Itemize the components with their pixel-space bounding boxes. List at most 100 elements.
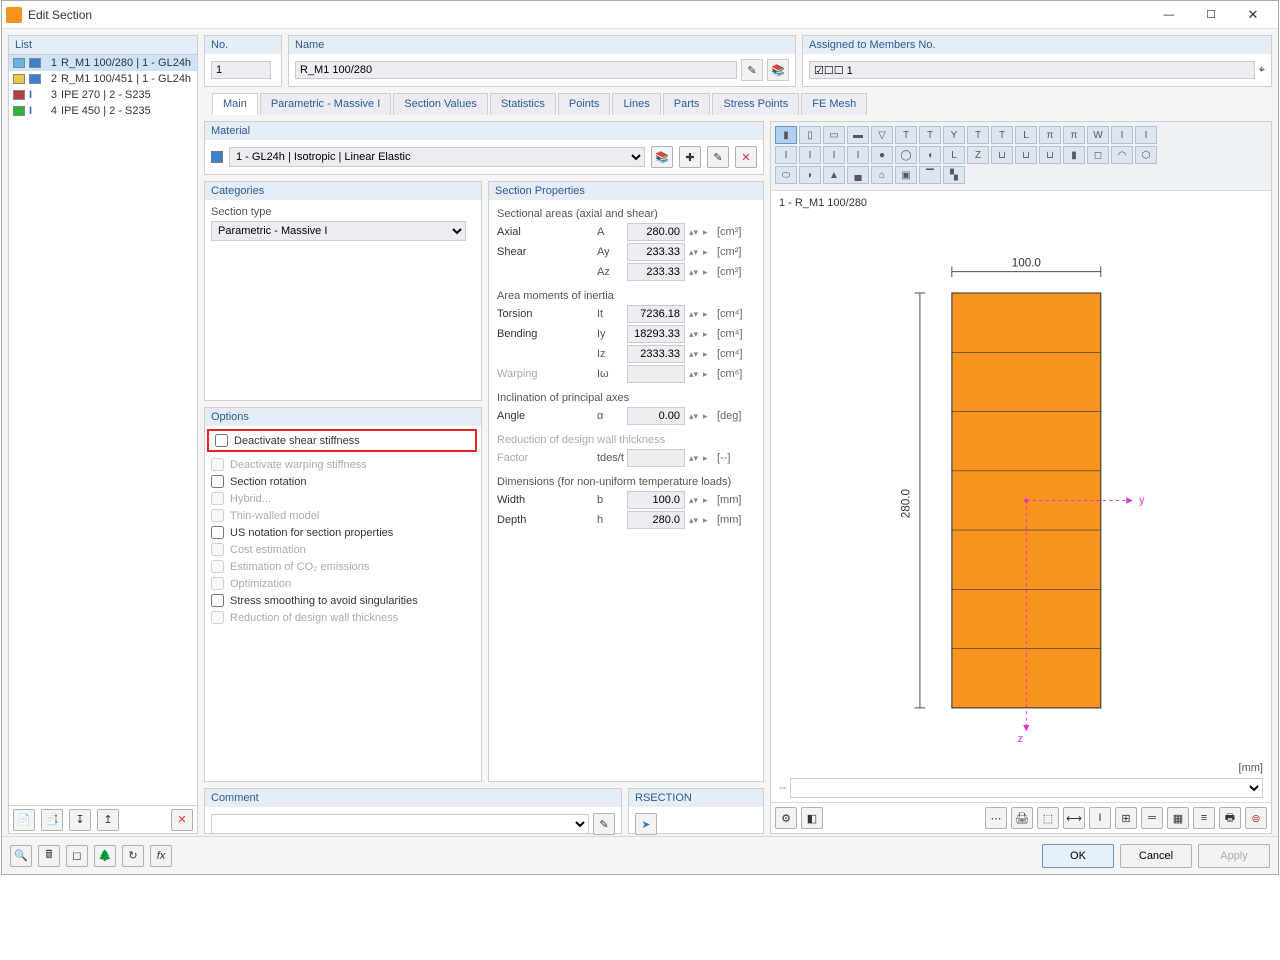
- shape-ex1[interactable]: ◗: [799, 166, 821, 184]
- name-input[interactable]: [295, 61, 737, 79]
- shape-ex3[interactable]: ▄: [847, 166, 869, 184]
- tab-parts[interactable]: Parts: [663, 93, 711, 115]
- tab-statistics[interactable]: Statistics: [490, 93, 556, 115]
- preview-tool-f[interactable]: ⊞: [1115, 807, 1137, 829]
- option-stress-smoothing-to-avoid-singularities[interactable]: Stress smoothing to avoid singularities: [211, 592, 475, 609]
- list-item[interactable]: 1R_M1 100/280 | 1 - GL24h: [9, 55, 197, 71]
- units-button[interactable]: ◻: [66, 845, 88, 867]
- assigned-input[interactable]: [809, 61, 1255, 79]
- shape-rect4[interactable]: ▬: [847, 126, 869, 144]
- shape-rect2[interactable]: ▯: [799, 126, 821, 144]
- shape-col[interactable]: ▮: [1063, 146, 1085, 164]
- minimize-button[interactable]: [1148, 3, 1190, 27]
- section-type-select[interactable]: Parametric - Massive I: [211, 221, 466, 241]
- calc-button[interactable]: 🖩: [38, 845, 60, 867]
- maximize-button[interactable]: [1190, 3, 1232, 27]
- option-section-rotation[interactable]: Section rotation: [211, 473, 475, 490]
- preview-tool-h[interactable]: ▦: [1167, 807, 1189, 829]
- comment-edit-button[interactable]: ✎: [593, 813, 615, 835]
- ok-button[interactable]: OK: [1042, 844, 1114, 868]
- shape-u1[interactable]: ⊔: [991, 146, 1013, 164]
- shape-tee3[interactable]: Y: [943, 126, 965, 144]
- option-deactivate-shear-stiffness[interactable]: Deactivate shear stiffness: [211, 432, 475, 456]
- no-input[interactable]: [211, 61, 271, 79]
- shape-round[interactable]: ⬭: [775, 166, 797, 184]
- preview-tool-e[interactable]: I: [1089, 807, 1111, 829]
- shape-rect[interactable]: ▮: [775, 126, 797, 144]
- shape-i2[interactable]: I: [1135, 126, 1157, 144]
- shape-u2[interactable]: ⊔: [1015, 146, 1037, 164]
- shape-ex5[interactable]: ▣: [895, 166, 917, 184]
- shape-Z[interactable]: Z: [967, 146, 989, 164]
- shape-w[interactable]: W: [1087, 126, 1109, 144]
- tab-section-values[interactable]: Section Values: [393, 93, 488, 115]
- list-item[interactable]: 2R_M1 100/451 | 1 - GL24h: [9, 71, 197, 87]
- help-button[interactable]: 🔍: [10, 845, 32, 867]
- shape-i1[interactable]: I: [1111, 126, 1133, 144]
- list-item[interactable]: I4IPE 450 | 2 - S235: [9, 103, 197, 119]
- delete-item-button[interactable]: ✕: [171, 809, 193, 831]
- script-button[interactable]: fx: [150, 845, 172, 867]
- material-delete-button[interactable]: ✕: [735, 146, 757, 168]
- list-item[interactable]: I3IPE 270 | 2 - S235: [9, 87, 197, 103]
- shape-circle[interactable]: ●: [871, 146, 893, 164]
- refresh-button[interactable]: ↻: [122, 845, 144, 867]
- shape-box[interactable]: ◻: [1087, 146, 1109, 164]
- copy-item-button[interactable]: 📑: [41, 809, 63, 831]
- sort-desc-button[interactable]: ↥: [97, 809, 119, 831]
- material-library-button[interactable]: 📚: [651, 146, 673, 168]
- option-us-notation-for-section-properties[interactable]: US notation for section properties: [211, 524, 475, 541]
- shape-pi1[interactable]: π: [1039, 126, 1061, 144]
- shape-rect3[interactable]: ▭: [823, 126, 845, 144]
- preview-tool-i[interactable]: ≡: [1193, 807, 1215, 829]
- shape-L[interactable]: L: [1015, 126, 1037, 144]
- shape-tee4[interactable]: T: [967, 126, 989, 144]
- material-new-button[interactable]: ✚: [679, 146, 701, 168]
- shape-oval[interactable]: ◖: [919, 146, 941, 164]
- shape-u3[interactable]: ⊔: [1039, 146, 1061, 164]
- preview-view-select[interactable]: [790, 778, 1263, 798]
- shape-tee2[interactable]: T: [919, 126, 941, 144]
- material-edit-button[interactable]: ✎: [707, 146, 729, 168]
- pick-members-button[interactable]: ⌖: [1259, 64, 1265, 77]
- tab-main[interactable]: Main: [212, 93, 258, 115]
- shape-i6[interactable]: I: [847, 146, 869, 164]
- tab-stress-points[interactable]: Stress Points: [712, 93, 799, 115]
- comment-select[interactable]: [211, 814, 589, 834]
- preview-tool-1[interactable]: ⚙: [775, 807, 797, 829]
- close-button[interactable]: [1232, 3, 1274, 27]
- shape-ring[interactable]: ◯: [895, 146, 917, 164]
- shape-ex4[interactable]: ⌂: [871, 166, 893, 184]
- library-button[interactable]: 📚: [767, 59, 789, 81]
- shape-tee1[interactable]: T: [895, 126, 917, 144]
- tab-lines[interactable]: Lines: [612, 93, 660, 115]
- preview-tool-2[interactable]: ◧: [801, 807, 823, 829]
- shape-ex6[interactable]: ▔: [919, 166, 941, 184]
- shape-arc[interactable]: ◠: [1111, 146, 1133, 164]
- rsection-button[interactable]: ➤: [635, 813, 657, 835]
- apply-button[interactable]: Apply: [1198, 844, 1270, 868]
- preview-tool-b[interactable]: 🖨: [1011, 807, 1033, 829]
- shape-trapez[interactable]: ▽: [871, 126, 893, 144]
- shape-ex7[interactable]: ▚: [943, 166, 965, 184]
- preview-tool-c[interactable]: ⬚: [1037, 807, 1059, 829]
- rename-button[interactable]: ✎: [741, 59, 763, 81]
- sort-asc-button[interactable]: ↧: [69, 809, 91, 831]
- shape-tee5[interactable]: T: [991, 126, 1013, 144]
- shape-i4[interactable]: I: [799, 146, 821, 164]
- material-select[interactable]: 1 - GL24h | Isotropic | Linear Elastic: [229, 147, 645, 167]
- preview-tool-k[interactable]: ⊚: [1245, 807, 1267, 829]
- tab-fe-mesh[interactable]: FE Mesh: [801, 93, 867, 115]
- preview-tool-d[interactable]: ⟷: [1063, 807, 1085, 829]
- preview-tool-j[interactable]: 🖶: [1219, 807, 1241, 829]
- shape-i3[interactable]: I: [775, 146, 797, 164]
- shape-pi2[interactable]: π: [1063, 126, 1085, 144]
- shape-hex[interactable]: ⬡: [1135, 146, 1157, 164]
- shape-i5[interactable]: I: [823, 146, 845, 164]
- shape-L2[interactable]: L: [943, 146, 965, 164]
- tree-button[interactable]: 🌲: [94, 845, 116, 867]
- cancel-button[interactable]: Cancel: [1120, 844, 1192, 868]
- new-item-button[interactable]: 📄: [13, 809, 35, 831]
- tab-parametric-massive-i[interactable]: Parametric - Massive I: [260, 93, 391, 115]
- preview-tool-a[interactable]: ⋯: [985, 807, 1007, 829]
